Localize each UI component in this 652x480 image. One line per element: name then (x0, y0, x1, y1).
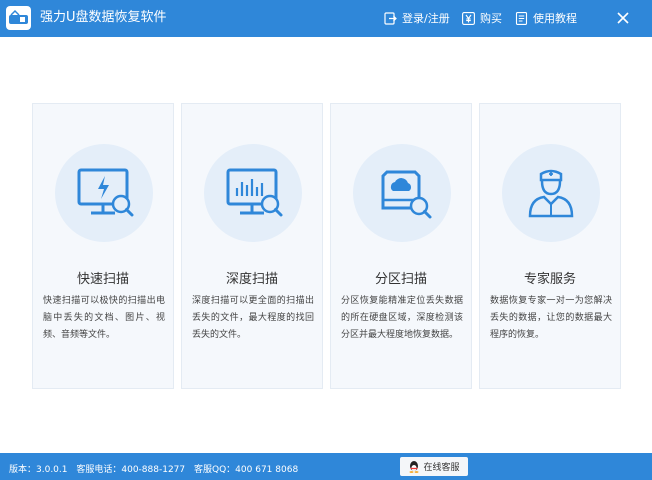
monitor-chart-icon (226, 168, 283, 217)
login-icon (384, 11, 397, 25)
document-icon (515, 11, 528, 25)
close-icon (617, 12, 629, 24)
deep-scan-icon-circle (204, 144, 302, 242)
partition-scan-card[interactable]: 分区扫描 分区恢复能精准定位丢失数据的所在硬盘区域，深度检测该分区并最大程度地恢… (330, 103, 472, 389)
app-title: 强力U盘数据恢复软件 (40, 10, 167, 25)
deep-scan-description: 深度扫描可以更全面的扫描出丢失的文件，最大程度的找回丢失的文件。 (192, 296, 314, 340)
deep-scan-card[interactable]: 深度扫描 深度扫描可以更全面的扫描出丢失的文件，最大程度的找回丢失的文件。 (181, 103, 323, 389)
online-service-label: 在线客服 (423, 463, 460, 473)
login-register-label: 登录/注册 (402, 12, 450, 25)
expert-service-icon-circle (502, 144, 600, 242)
quick-scan-description: 快速扫描可以极快的扫描出电脑中丢失的文档、图片、视频、音频等文件。 (43, 296, 165, 340)
expert-service-description: 数据恢复专家一对一为您解决丢失的数据，让您的数据最大程序的恢复。 (490, 296, 612, 340)
buy-button[interactable]: 购买 (462, 10, 502, 26)
title-bar: 强力U盘数据恢复软件 登录/注册 购买 使用教程 (0, 0, 652, 37)
service-qq-text: 客服QQ：400 671 8068 (194, 465, 299, 475)
yen-icon (462, 11, 475, 25)
status-bar: 版本：3.0.0.1 客服电话：400-888-1277 客服QQ：400 67… (0, 453, 652, 480)
monitor-lightning-icon (77, 168, 134, 217)
main-panel: 快速扫描 快速扫描可以极快的扫描出电脑中丢失的文档、图片、视频、音频等文件。 深… (0, 37, 652, 453)
login-register-button[interactable]: 登录/注册 (384, 10, 450, 26)
expert-service-title: 专家服务 (523, 272, 576, 287)
online-service-button[interactable]: 在线客服 (400, 457, 468, 476)
app-logo-icon (6, 6, 31, 30)
quick-scan-icon-circle (55, 144, 153, 242)
tutorial-label: 使用教程 (533, 12, 577, 25)
partition-scan-title: 分区扫描 (374, 272, 427, 287)
buy-label: 购买 (480, 12, 502, 25)
deep-scan-title: 深度扫描 (225, 272, 278, 287)
expert-service-card[interactable]: 专家服务 数据恢复专家一对一为您解决丢失的数据，让您的数据最大程序的恢复。 (479, 103, 621, 389)
disk-cloud-icon (381, 170, 432, 219)
service-phone-text: 客服电话：400-888-1277 (76, 465, 186, 475)
partition-scan-icon-circle (353, 144, 451, 242)
quick-scan-title: 快速扫描 (76, 272, 129, 287)
status-info: 版本：3.0.0.1 客服电话：400-888-1277 客服QQ：400 67… (9, 462, 304, 475)
version-text: 版本：3.0.0.1 (9, 465, 68, 475)
doctor-icon (528, 169, 574, 218)
tutorial-button[interactable]: 使用教程 (515, 10, 577, 26)
qq-penguin-icon (409, 461, 419, 473)
close-button[interactable] (614, 9, 632, 27)
quick-scan-card[interactable]: 快速扫描 快速扫描可以极快的扫描出电脑中丢失的文档、图片、视频、音频等文件。 (32, 103, 174, 389)
partition-scan-description: 分区恢复能精准定位丢失数据的所在硬盘区域，深度检测该分区并最大程度地恢复数据。 (341, 296, 463, 340)
